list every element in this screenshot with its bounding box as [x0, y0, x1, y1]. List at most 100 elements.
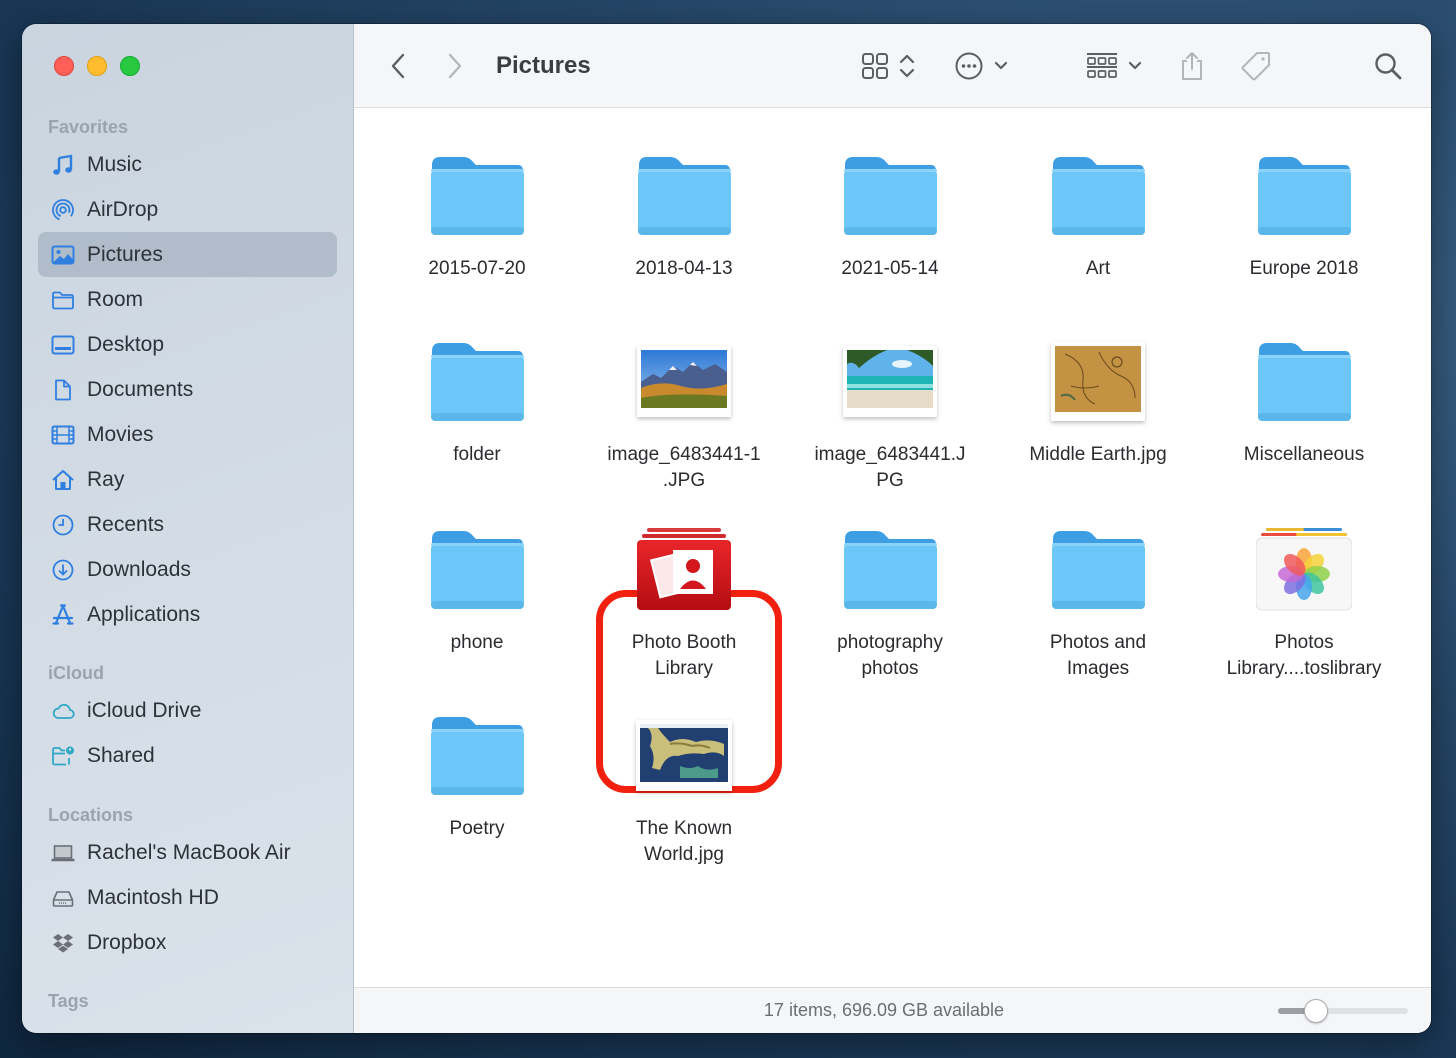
- sidebar-item-airdrop[interactable]: AirDrop: [38, 187, 337, 232]
- file-item[interactable]: phone: [377, 514, 577, 656]
- file-name: image_6483441.J PG: [814, 444, 966, 491]
- file-item[interactable]: folder: [377, 326, 577, 468]
- sidebar-section-favorites: Favorites Music AirDrop Pictures Room De…: [38, 112, 337, 637]
- shared-folder-icon: [50, 743, 76, 769]
- minimize-button[interactable]: [87, 56, 107, 76]
- file-name: Photos and Images: [1049, 632, 1147, 679]
- photobooth-library-icon: [584, 514, 784, 624]
- finder-window: Favorites Music AirDrop Pictures Room De…: [22, 24, 1431, 1033]
- file-name: folder: [453, 444, 501, 465]
- chevron-right-icon: [445, 51, 465, 81]
- window-controls: [54, 56, 140, 76]
- sidebar-item-label: Recents: [87, 512, 165, 536]
- file-item[interactable]: Poetry: [377, 700, 577, 842]
- folder-icon: [584, 140, 784, 250]
- sidebar-section-tags: Tags: [38, 986, 337, 1016]
- file-item[interactable]: 2015-07-20: [377, 140, 577, 282]
- sidebar-item-pictures[interactable]: Pictures: [38, 232, 337, 277]
- sidebar-item-macbook[interactable]: Rachel's MacBook Air: [38, 830, 337, 875]
- sidebar-item-music[interactable]: Music: [38, 142, 337, 187]
- sidebar-item-label: AirDrop: [87, 197, 159, 221]
- back-button[interactable]: [388, 24, 408, 108]
- film-icon: [50, 422, 76, 448]
- music-note-icon: [50, 152, 76, 178]
- status-text: 17 items, 696.09 GB available: [763, 1000, 1005, 1020]
- sidebar-item-label: Applications: [87, 602, 201, 626]
- sidebar-item-recents[interactable]: Recents: [38, 502, 337, 547]
- folder-icon: [377, 326, 577, 436]
- file-item[interactable]: image_6483441-1 .JPG: [584, 326, 784, 494]
- share-button[interactable]: [1178, 24, 1206, 108]
- file-name: Photo Booth Library: [631, 632, 737, 679]
- main-content: Pictures 2015-07-20 2018-04-13 2021-05-1…: [354, 24, 1431, 1033]
- sidebar-item-dropbox[interactable]: Dropbox: [38, 920, 337, 965]
- zoom-button[interactable]: [120, 56, 140, 76]
- sidebar-item-downloads[interactable]: Downloads: [38, 547, 337, 592]
- action-menu-button[interactable]: [954, 24, 1008, 108]
- sidebar-item-label: Desktop: [87, 332, 165, 356]
- group-by-button[interactable]: [1086, 24, 1142, 108]
- photo-icon: [50, 242, 76, 268]
- up-down-chevron-icon: [899, 52, 915, 80]
- sidebar-item-ray[interactable]: Ray: [38, 457, 337, 502]
- sidebar-item-label: Documents: [87, 377, 194, 401]
- file-item[interactable]: 2021-05-14: [790, 140, 990, 282]
- sidebar-item-room[interactable]: Room: [38, 277, 337, 322]
- sidebar-section-icloud: iCloud iCloud Drive Shared: [38, 658, 337, 778]
- forward-button[interactable]: [445, 24, 465, 108]
- window-title: Pictures: [496, 52, 591, 79]
- tag-button[interactable]: [1240, 24, 1272, 108]
- file-item[interactable]: Middle Earth.jpg: [998, 326, 1198, 468]
- folder-icon: [998, 514, 1198, 624]
- image-mountains-icon: [584, 326, 784, 436]
- file-item[interactable]: Europe 2018: [1204, 140, 1404, 282]
- file-name: 2021-05-14: [841, 258, 939, 279]
- group-by-icon: [1086, 51, 1118, 81]
- file-item[interactable]: Photos and Images: [998, 514, 1198, 682]
- sidebar-item-desktop[interactable]: Desktop: [38, 322, 337, 367]
- file-name: The Known World.jpg: [635, 818, 733, 865]
- sidebar-item-documents[interactable]: Documents: [38, 367, 337, 412]
- file-item[interactable]: Miscellaneous: [1204, 326, 1404, 468]
- folder-icon: [998, 140, 1198, 250]
- file-item[interactable]: image_6483441.J PG: [790, 326, 990, 494]
- sidebar-item-shared[interactable]: Shared: [38, 733, 337, 778]
- chevron-down-icon: [1128, 59, 1142, 73]
- file-item[interactable]: 2018-04-13: [584, 140, 784, 282]
- file-name: Art: [1085, 258, 1111, 279]
- sidebar-item-macintosh-hd[interactable]: Macintosh HD: [38, 875, 337, 920]
- file-grid: 2015-07-20 2018-04-13 2021-05-14 Art Eur…: [354, 108, 1431, 987]
- file-name: Photos Library....toslibrary: [1226, 632, 1382, 679]
- sidebar-heading[interactable]: Tags: [38, 986, 337, 1016]
- sidebar-heading: Favorites: [48, 117, 129, 137]
- file-item[interactable]: Photos Library....toslibrary: [1204, 514, 1404, 682]
- file-item[interactable]: The Known World.jpg: [584, 700, 784, 868]
- file-item[interactable]: photography photos: [790, 514, 990, 682]
- slider-knob[interactable]: [1304, 999, 1328, 1023]
- dropbox-icon: [50, 930, 76, 956]
- folder-icon: [790, 514, 990, 624]
- icon-size-slider[interactable]: [1278, 999, 1408, 1023]
- folder-icon: [1204, 140, 1404, 250]
- sidebar-item-label: Music: [87, 152, 142, 176]
- image-map-icon: [998, 326, 1198, 436]
- sidebar-item-label: Macintosh HD: [87, 885, 219, 909]
- close-button[interactable]: [54, 56, 74, 76]
- file-item[interactable]: Art: [998, 140, 1198, 282]
- folder-icon: [1204, 326, 1404, 436]
- cloud-icon: [50, 698, 76, 724]
- file-name: photography photos: [837, 632, 943, 679]
- toolbar: Pictures: [354, 24, 1431, 108]
- file-item[interactable]: Photo Booth Library: [584, 514, 784, 682]
- folder-icon: [790, 140, 990, 250]
- file-name: image_6483441-1 .JPG: [607, 444, 761, 491]
- folder-icon: [50, 287, 76, 313]
- file-name: 2015-07-20: [428, 258, 526, 279]
- sidebar-item-movies[interactable]: Movies: [38, 412, 337, 457]
- sidebar-section-locations: Locations Rachel's MacBook Air Macintosh…: [38, 800, 337, 965]
- sidebar-item-icloud-drive[interactable]: iCloud Drive: [38, 688, 337, 733]
- search-button[interactable]: [1373, 24, 1403, 108]
- view-mode-button[interactable]: [861, 24, 915, 108]
- sidebar-item-applications[interactable]: Applications: [38, 592, 337, 637]
- status-bar: 17 items, 696.09 GB available: [354, 987, 1431, 1033]
